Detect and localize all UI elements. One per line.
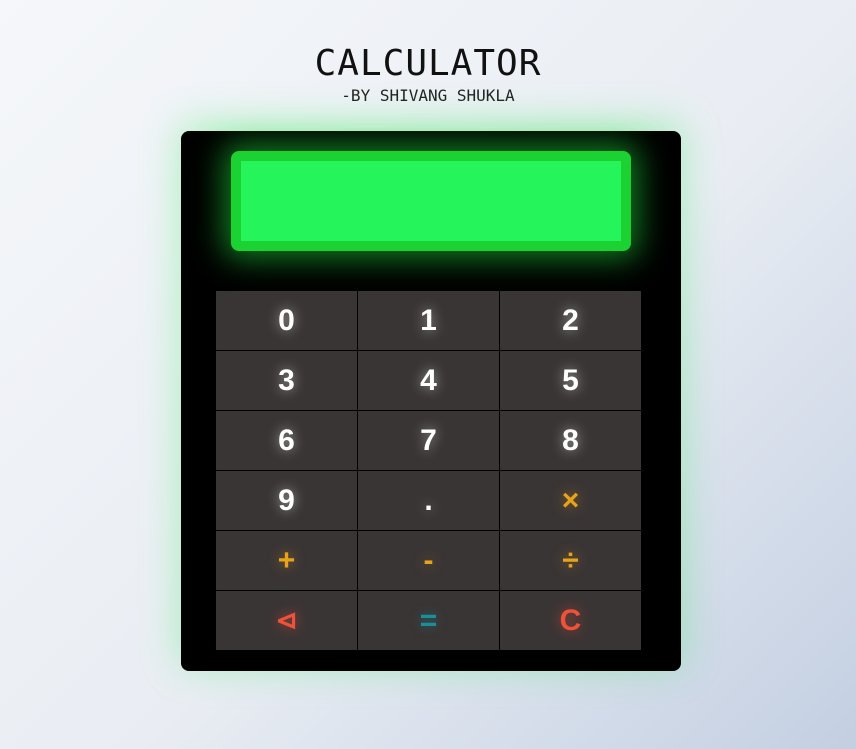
keypad: 0 1 2 3 4 5 6 7 8 9 . × + - ÷ ⊲ = C (216, 291, 644, 651)
key-6-button[interactable]: 6 (216, 411, 358, 471)
calculator-body: 0 1 2 3 4 5 6 7 8 9 . × + - ÷ ⊲ = C (181, 131, 681, 671)
key-1-button[interactable]: 1 (358, 291, 500, 351)
key-7-button[interactable]: 7 (358, 411, 500, 471)
add-button[interactable]: + (216, 531, 358, 591)
key-0-button[interactable]: 0 (216, 291, 358, 351)
backspace-button[interactable]: ⊲ (216, 591, 358, 651)
multiply-button[interactable]: × (500, 471, 642, 531)
key-2-button[interactable]: 2 (500, 291, 642, 351)
display-frame (231, 151, 631, 251)
key-3-button[interactable]: 3 (216, 351, 358, 411)
key-8-button[interactable]: 8 (500, 411, 642, 471)
key-5-button[interactable]: 5 (500, 351, 642, 411)
page-title: CALCULATOR (314, 43, 542, 84)
key-4-button[interactable]: 4 (358, 351, 500, 411)
page-subtitle: -BY SHIVANG SHUKLA (341, 86, 515, 105)
subtract-button[interactable]: - (358, 531, 500, 591)
app-header: CALCULATOR -BY SHIVANG SHUKLA (0, 44, 856, 106)
display-screen[interactable] (241, 161, 621, 241)
decimal-point-button[interactable]: . (358, 471, 500, 531)
equals-button[interactable]: = (358, 591, 500, 651)
key-9-button[interactable]: 9 (216, 471, 358, 531)
clear-button[interactable]: C (500, 591, 642, 651)
divide-button[interactable]: ÷ (500, 531, 642, 591)
